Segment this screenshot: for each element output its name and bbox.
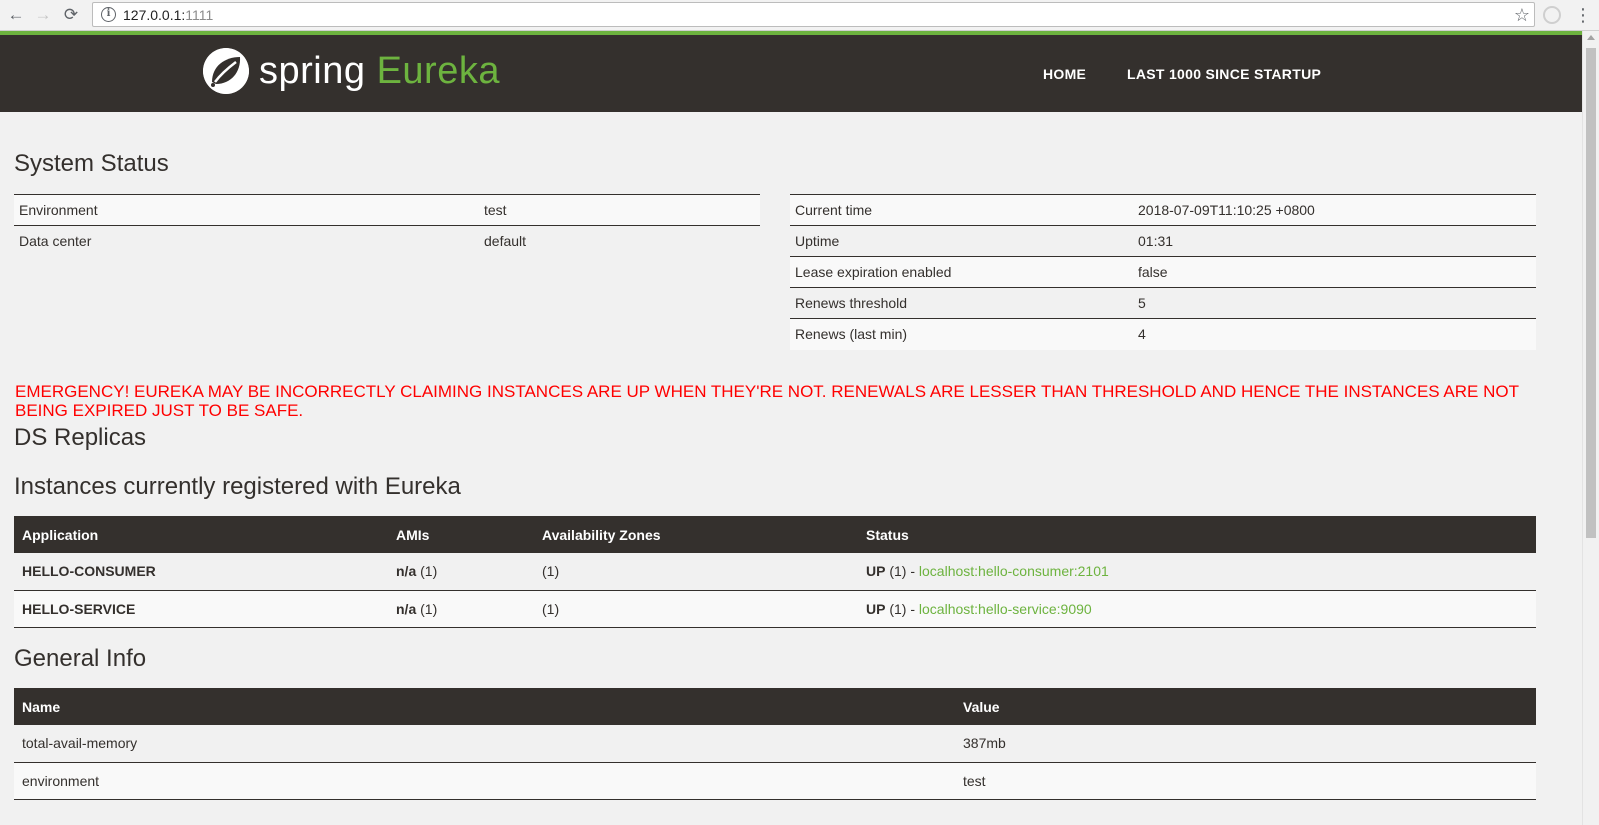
column-header-value: Value <box>955 688 1536 725</box>
logo-spring-text: spring <box>259 50 366 92</box>
browser-menu-icon[interactable]: ⋮ <box>1574 4 1592 26</box>
status-label: Data center <box>14 225 479 257</box>
table-row: environment test <box>14 762 1536 800</box>
system-status-right-table: Current time 2018-07-09T11:10:25 +0800 U… <box>790 194 1536 350</box>
back-arrow-icon: ← <box>7 5 25 24</box>
status-label: Uptime <box>790 225 1133 257</box>
system-status-title: System Status <box>14 150 169 177</box>
table-row: Current time 2018-07-09T11:10:25 +0800 <box>790 194 1536 226</box>
column-header-amis: AMIs <box>388 516 534 553</box>
status-value: 5 <box>1133 287 1536 319</box>
system-status-left-table: Environment test Data center default <box>14 194 760 257</box>
spring-leaf-icon <box>203 48 249 94</box>
reload-button[interactable]: ⟳ <box>60 4 82 26</box>
back-button[interactable]: ← <box>5 4 27 26</box>
general-info-title: General Info <box>14 645 147 672</box>
table-row: Environment test <box>14 194 760 226</box>
info-name: total-avail-memory <box>14 725 955 763</box>
table-row: Renews (last min) 4 <box>790 318 1536 350</box>
browser-toolbar: ← → ⟳ i 127.0.0.1:1111 ☆ ⋮ <box>0 0 1599 31</box>
zones-cell: (1) <box>534 590 858 628</box>
status-label: Environment <box>14 194 479 226</box>
instance-link[interactable]: localhost:hello-service:9090 <box>919 601 1092 617</box>
status-value: 2018-07-09T11:10:25 +0800 <box>1133 194 1536 226</box>
status-value: 01:31 <box>1133 225 1536 257</box>
info-name: environment <box>14 762 955 800</box>
table-row: total-avail-memory 387mb <box>14 725 1536 763</box>
status-value: default <box>479 225 760 257</box>
column-header-application: Application <box>14 516 388 553</box>
table-row: Uptime 01:31 <box>790 225 1536 257</box>
scroll-up-arrow-icon[interactable] <box>1587 35 1595 40</box>
logo-eureka-text: Eureka <box>376 50 500 92</box>
table-row: Data center default <box>14 225 760 257</box>
scrollbar-thumb[interactable] <box>1586 48 1596 538</box>
status-value: test <box>479 194 760 226</box>
info-value: test <box>955 762 1536 800</box>
status-value: false <box>1133 256 1536 288</box>
zones-cell: (1) <box>534 553 858 591</box>
info-icon[interactable]: i <box>101 7 116 22</box>
forward-button[interactable]: → <box>32 4 54 26</box>
table-header-row: Application AMIs Availability Zones Stat… <box>14 516 1536 553</box>
column-header-status: Status <box>858 516 1536 553</box>
column-header-availability-zones: Availability Zones <box>534 516 858 553</box>
nav-home[interactable]: HOME <box>1043 66 1086 82</box>
table-row: HELLO-SERVICE n/a (1) (1) UP (1) - local… <box>14 590 1536 628</box>
reload-icon: ⟳ <box>63 5 79 24</box>
ds-replicas-title: DS Replicas <box>14 424 147 451</box>
table-row: HELLO-CONSUMER n/a (1) (1) UP (1) - loca… <box>14 553 1536 591</box>
status-value: 4 <box>1133 318 1536 350</box>
table-row: Renews threshold 5 <box>790 287 1536 319</box>
bookmark-star-icon[interactable]: ☆ <box>1514 4 1530 26</box>
info-value: 387mb <box>955 725 1536 763</box>
table-row: Lease expiration enabled false <box>790 256 1536 288</box>
application-name: HELLO-SERVICE <box>14 590 388 628</box>
status-label: Renews threshold <box>790 287 1133 319</box>
url-text[interactable]: 127.0.0.1:1111 <box>123 7 213 23</box>
general-info-table: Name Value total-avail-memory 387mb envi… <box>14 688 1536 800</box>
forward-arrow-icon: → <box>34 5 52 24</box>
address-bar[interactable]: i 127.0.0.1:1111 ☆ <box>92 2 1535 27</box>
nav-last-1000[interactable]: LAST 1000 SINCE STARTUP <box>1127 66 1321 82</box>
instances-title: Instances currently registered with Eure… <box>14 473 461 500</box>
ami-cell: n/a (1) <box>388 590 534 628</box>
column-header-name: Name <box>14 688 955 725</box>
status-cell: UP (1) - localhost:hello-service:9090 <box>858 590 1536 628</box>
instances-table: Application AMIs Availability Zones Stat… <box>14 516 1536 628</box>
eureka-header: spring Eureka HOME LAST 1000 SINCE START… <box>0 31 1582 112</box>
ami-cell: n/a (1) <box>388 553 534 591</box>
status-cell: UP (1) - localhost:hello-consumer:2101 <box>858 553 1536 591</box>
table-header-row: Name Value <box>14 688 1536 725</box>
application-name: HELLO-CONSUMER <box>14 553 388 591</box>
status-label: Current time <box>790 194 1133 226</box>
page-scrollbar[interactable] <box>1582 31 1599 825</box>
emergency-warning: EMERGENCY! EUREKA MAY BE INCORRECTLY CLA… <box>15 382 1519 420</box>
instance-link[interactable]: localhost:hello-consumer:2101 <box>919 563 1109 579</box>
status-label: Renews (last min) <box>790 318 1133 350</box>
extension-icon[interactable] <box>1543 6 1561 24</box>
status-label: Lease expiration enabled <box>790 256 1133 288</box>
